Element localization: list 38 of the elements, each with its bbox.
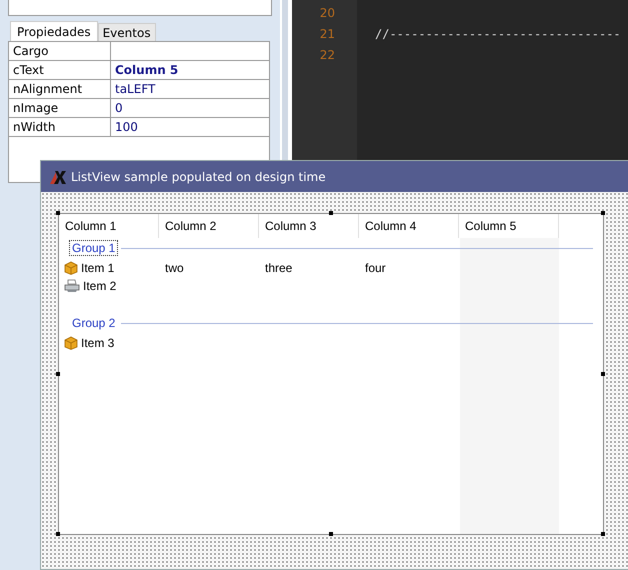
property-name: cText xyxy=(9,61,111,79)
group-header[interactable]: Group 2 xyxy=(69,315,118,331)
property-value[interactable]: Column 5 xyxy=(111,61,178,79)
panel-splitter[interactable] xyxy=(280,0,292,160)
subitem-text: two xyxy=(164,261,185,275)
property-value[interactable]: 100 xyxy=(111,118,138,136)
resize-handle[interactable] xyxy=(601,532,605,536)
line-number: 21 xyxy=(320,26,335,43)
app-logo-icon xyxy=(49,168,67,184)
property-name: Cargo xyxy=(9,42,111,60)
item-label[interactable]: Item 3 xyxy=(81,336,114,350)
property-value[interactable]: taLEFT xyxy=(111,80,156,98)
property-value[interactable]: 0 xyxy=(111,99,123,117)
resize-handle[interactable] xyxy=(601,372,605,376)
line-number: 22 xyxy=(320,47,335,64)
property-name: nImage xyxy=(9,99,111,117)
property-name: nWidth xyxy=(9,118,111,136)
item-label[interactable]: Item 2 xyxy=(83,279,116,293)
resize-handle[interactable] xyxy=(329,211,333,215)
form-title: ListView sample populated on design time xyxy=(71,170,326,184)
subitem-text: three xyxy=(264,261,294,275)
group-header[interactable]: Group 1 xyxy=(69,240,118,256)
subitem-text: four xyxy=(364,261,387,275)
resize-handle[interactable] xyxy=(329,532,333,536)
resize-handle[interactable] xyxy=(56,211,60,215)
package-icon xyxy=(64,336,78,350)
item-label[interactable]: Item 1 xyxy=(81,261,114,275)
line-number: 20 xyxy=(320,5,335,22)
resize-handle[interactable] xyxy=(56,532,60,536)
resize-handle[interactable] xyxy=(56,372,60,376)
printer-icon xyxy=(64,279,80,293)
package-icon xyxy=(64,261,78,275)
list-view[interactable]: Column 1 Column 2 Column 3 Column 4 Column 5 Group 1 Item 1 two three four Item 2 Group 2 Item 3 xyxy=(58,213,604,535)
code-comment: //-------------------------------- xyxy=(375,27,621,41)
resize-handle[interactable] xyxy=(601,211,605,215)
property-tab[interactable]: Propiedades xyxy=(10,21,98,41)
property-name: nAlignment xyxy=(9,80,111,98)
property-tab[interactable]: Eventos xyxy=(98,23,156,41)
